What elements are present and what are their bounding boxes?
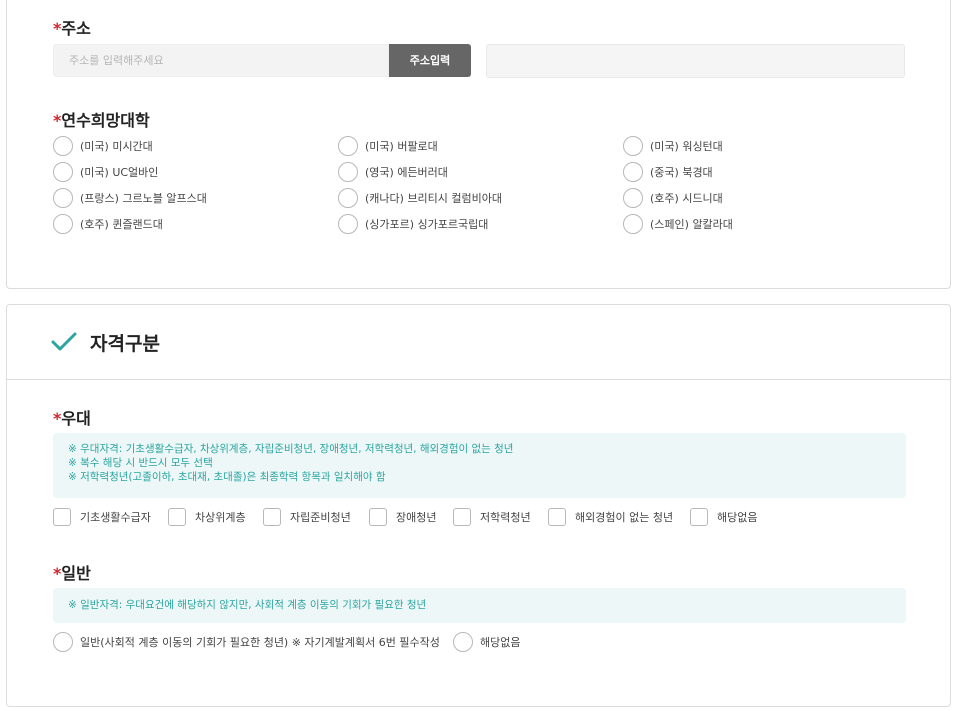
qualification-card: 자격구분 *우대 ※ 우대자격: 기초생활수급자, 차상위계층, 자립준비청년,…: [6, 304, 951, 707]
preferential-option[interactable]: 저학력청년: [453, 508, 531, 526]
preferential-label: *우대: [53, 409, 91, 428]
checkbox[interactable]: [453, 508, 471, 526]
notice-line: ※ 저학력청년(고졸이하, 초대재, 초대졸)은 최종학력 항목과 일치해야 함: [68, 471, 386, 483]
radio-button[interactable]: [338, 162, 358, 182]
address-input[interactable]: 주소를 입력해주세요: [53, 44, 389, 77]
radio-button[interactable]: [338, 188, 358, 208]
checkbox[interactable]: [369, 508, 387, 526]
address-detail-input[interactable]: [486, 44, 905, 78]
checkbox[interactable]: [690, 508, 708, 526]
radio-button[interactable]: [623, 136, 643, 156]
radio-button[interactable]: [53, 162, 73, 182]
university-option[interactable]: (프랑스) 그르노블 알프스대: [53, 188, 207, 208]
university-option[interactable]: (미국) 미시간대: [53, 136, 153, 156]
radio-button[interactable]: [53, 214, 73, 234]
university-option[interactable]: (싱가포르) 싱가포르국립대: [338, 214, 488, 234]
address-search-button[interactable]: 주소입력: [389, 44, 471, 77]
preferential-option[interactable]: 해외경험이 없는 청년: [548, 508, 673, 526]
general-option[interactable]: 일반(사회적 계층 이동의 기회가 필요한 청년) ※ 자기계발계획서 6번 필…: [53, 632, 440, 652]
radio-button[interactable]: [623, 214, 643, 234]
checkbox[interactable]: [548, 508, 566, 526]
radio-button[interactable]: [338, 136, 358, 156]
address-university-card: *주소 주소를 입력해주세요 주소입력 *연수희망대학 (미국) 미시간대 (미…: [6, 0, 951, 289]
university-option[interactable]: (미국) 워싱턴대: [623, 136, 723, 156]
university-option[interactable]: (스페인) 알칼라대: [623, 214, 733, 234]
university-option[interactable]: (영국) 에든버러대: [338, 162, 448, 182]
general-notice: ※ 일반자격: 우대요건에 해당하지 않지만, 사회적 계층 이동의 기회가 필…: [53, 588, 906, 623]
radio-button[interactable]: [623, 162, 643, 182]
preferential-option[interactable]: 해당없음: [690, 508, 757, 526]
university-option[interactable]: (미국) 버팔로대: [338, 136, 438, 156]
preferential-notice: ※ 우대자격: 기초생활수급자, 차상위계층, 자립준비청년, 장애청년, 저학…: [53, 433, 906, 498]
preferential-option[interactable]: 장애청년: [369, 508, 436, 526]
university-option[interactable]: (호주) 퀸즐랜드대: [53, 214, 163, 234]
radio-button[interactable]: [338, 214, 358, 234]
checkbox[interactable]: [168, 508, 186, 526]
radio-button[interactable]: [53, 136, 73, 156]
preferential-option[interactable]: 기초생활수급자: [53, 508, 151, 526]
checkbox[interactable]: [53, 508, 71, 526]
university-label: *연수희망대학: [53, 111, 150, 130]
general-option[interactable]: 해당없음: [453, 632, 520, 652]
university-option[interactable]: (호주) 시드니대: [623, 188, 723, 208]
notice-line: ※ 우대자격: 기초생활수급자, 차상위계층, 자립준비청년, 장애청년, 저학…: [68, 443, 514, 455]
radio-button[interactable]: [53, 632, 73, 652]
section-title: 자격구분: [90, 333, 160, 355]
university-option[interactable]: (캐나다) 브리티시 컬럼비아대: [338, 188, 502, 208]
notice-line: ※ 일반자격: 우대요건에 해당하지 않지만, 사회적 계층 이동의 기회가 필…: [68, 599, 427, 611]
qualification-header: 자격구분: [7, 305, 950, 380]
radio-button[interactable]: [53, 188, 73, 208]
notice-line: ※ 복수 해당 시 반드시 모두 선택: [68, 457, 213, 469]
preferential-option[interactable]: 자립준비청년: [263, 508, 351, 526]
radio-button[interactable]: [453, 632, 473, 652]
checkbox[interactable]: [263, 508, 281, 526]
university-option[interactable]: (미국) UC얼바인: [53, 162, 158, 182]
radio-button[interactable]: [623, 188, 643, 208]
address-label: *주소: [53, 19, 91, 38]
checkmark-icon: [51, 332, 77, 351]
university-option[interactable]: (중국) 북경대: [623, 162, 713, 182]
preferential-option[interactable]: 차상위계층: [168, 508, 246, 526]
general-label: *일반: [53, 564, 91, 583]
